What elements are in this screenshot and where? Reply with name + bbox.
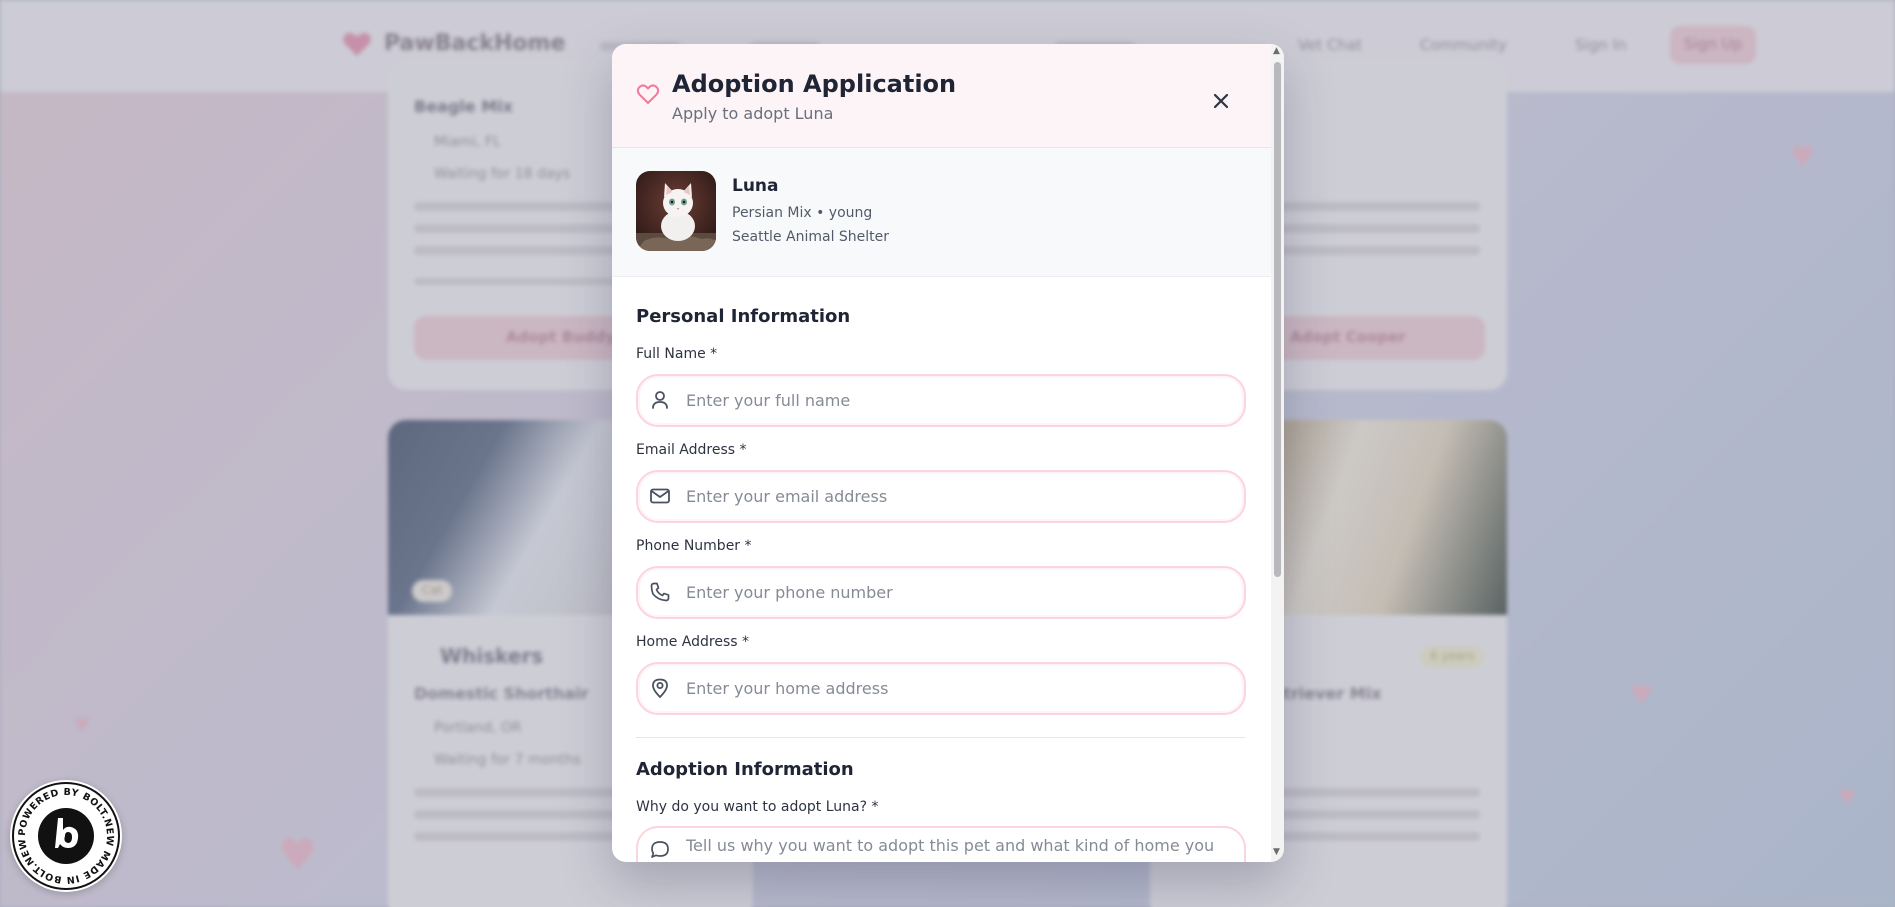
modal-scrollbar[interactable]: ▲ ▼ xyxy=(1271,44,1284,862)
address-input[interactable] xyxy=(686,664,1226,713)
cat-photo-icon xyxy=(636,171,716,251)
full-name-label: Full Name * xyxy=(636,346,718,362)
why-adopt-textarea[interactable] xyxy=(686,834,1226,862)
message-icon xyxy=(651,841,669,858)
adoption-info-heading: Adoption Information xyxy=(636,759,854,780)
mail-icon xyxy=(650,488,670,504)
adoption-modal: Adoption Application Apply to adopt Luna xyxy=(612,44,1284,862)
phone-label: Phone Number * xyxy=(636,538,752,554)
full-name-field xyxy=(636,374,1246,427)
phone-icon xyxy=(650,582,670,602)
pet-name: Luna xyxy=(732,176,779,196)
close-icon xyxy=(1213,93,1229,109)
scroll-down-arrow-icon[interactable]: ▼ xyxy=(1273,847,1280,857)
email-input[interactable] xyxy=(686,472,1226,521)
email-field xyxy=(636,470,1246,523)
scrollbar-thumb[interactable] xyxy=(1274,62,1281,577)
pet-photo xyxy=(636,171,716,251)
close-button[interactable] xyxy=(1204,84,1238,118)
pet-breed-age: Persian Mix • young xyxy=(732,205,873,221)
phone-input[interactable] xyxy=(686,568,1226,617)
personal-info-heading: Personal Information xyxy=(636,306,851,327)
scroll-up-arrow-icon[interactable]: ▲ xyxy=(1273,46,1280,56)
why-adopt-field xyxy=(636,826,1246,862)
why-adopt-label: Why do you want to adopt Luna? * xyxy=(636,799,879,815)
pet-summary: Luna Persian Mix • young Seattle Animal … xyxy=(612,148,1284,277)
modal-subtitle: Apply to adopt Luna xyxy=(672,104,834,123)
pet-shelter: Seattle Animal Shelter xyxy=(732,229,890,245)
address-field xyxy=(636,662,1246,715)
email-label: Email Address * xyxy=(636,442,747,458)
modal-header: Adoption Application Apply to adopt Luna xyxy=(612,44,1284,148)
phone-field xyxy=(636,566,1246,619)
address-label: Home Address * xyxy=(636,634,749,650)
full-name-input[interactable] xyxy=(686,376,1226,425)
user-icon xyxy=(652,391,668,409)
map-pin-icon xyxy=(652,678,668,698)
modal-title: Adoption Application xyxy=(672,70,957,98)
bolt-badge[interactable]: POWERED BY BOLT.NEW MADE IN BOLT.NEW xyxy=(10,780,122,892)
section-divider xyxy=(636,737,1246,738)
heart-icon xyxy=(636,84,660,104)
bolt-logo-icon: POWERED BY BOLT.NEW MADE IN BOLT.NEW xyxy=(12,782,120,890)
